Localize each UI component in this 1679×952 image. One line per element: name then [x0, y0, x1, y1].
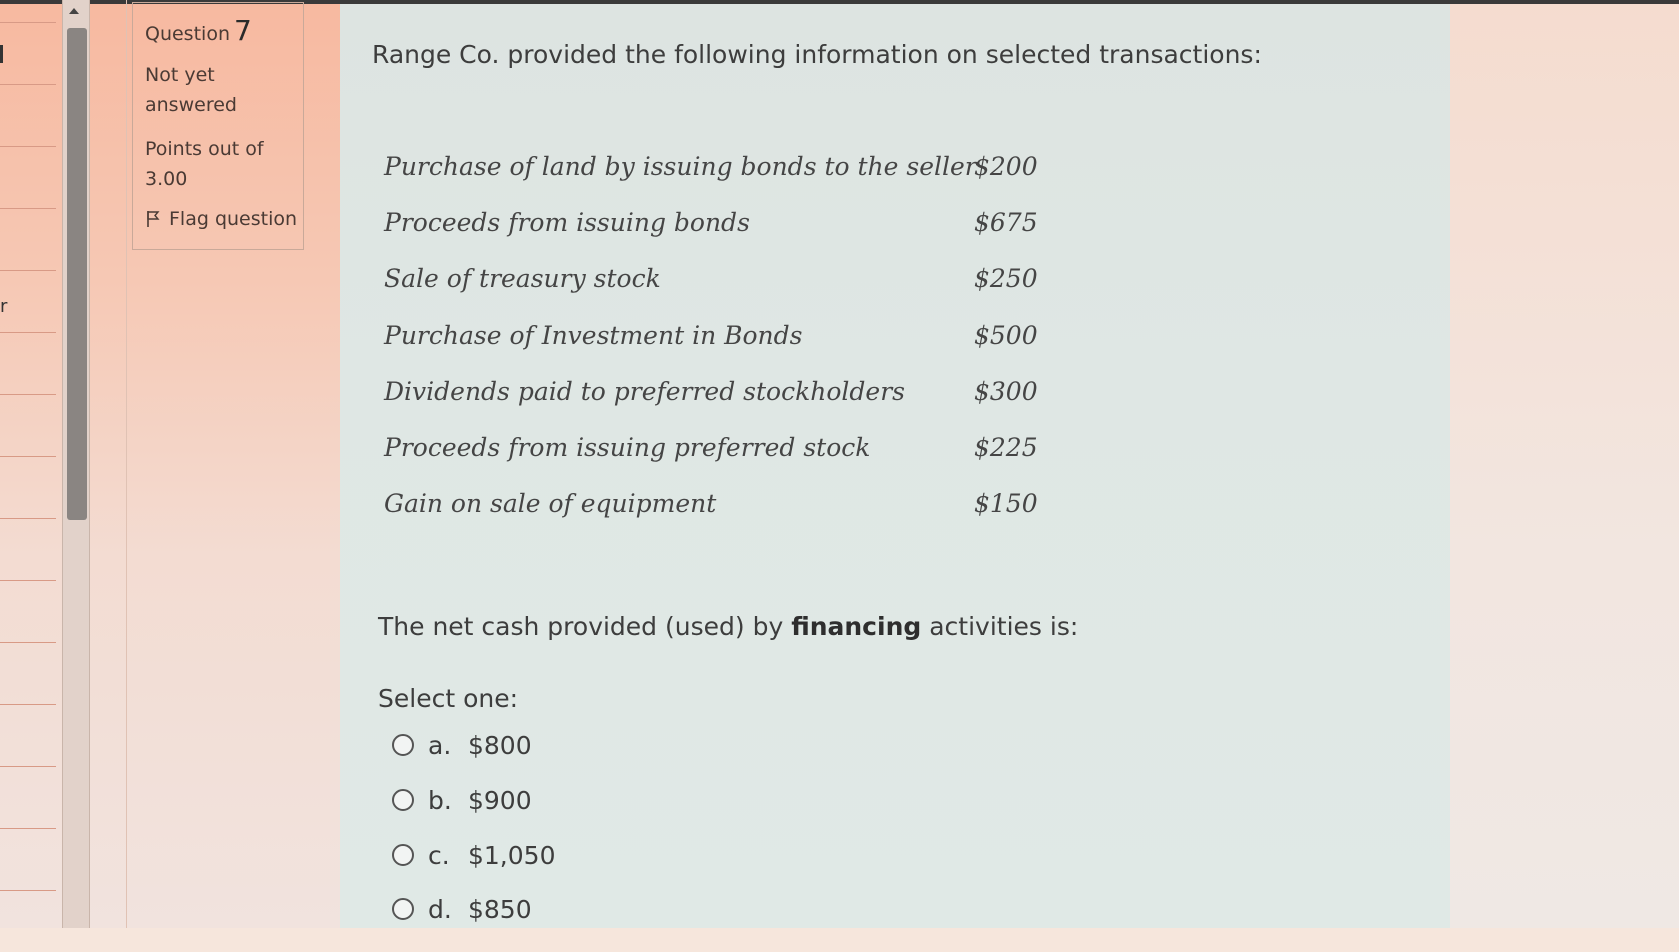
radio-button[interactable]: [392, 789, 414, 811]
transaction-label: Sale of treasury stock: [384, 264, 661, 293]
radio-button[interactable]: [392, 898, 414, 920]
answer-option-a[interactable]: a. $800: [392, 728, 532, 762]
nav-item[interactable]: [0, 22, 56, 84]
option-value: $800: [468, 730, 532, 760]
transaction-label: Purchase of Investment in Bonds: [384, 321, 803, 350]
chevron-up-icon[interactable]: [69, 8, 79, 14]
transaction-row: Dividends paid to preferred stockholders…: [384, 377, 1104, 413]
question-label: Question: [145, 23, 230, 45]
option-value: $1,050: [468, 840, 556, 870]
transaction-amount: $150: [974, 489, 1038, 518]
flag-question-label: Flag question: [169, 208, 298, 230]
question-state: Not yet answered: [145, 64, 237, 116]
select-one-label: Select one:: [378, 684, 519, 713]
nav-item[interactable]: [0, 828, 56, 890]
nav-item[interactable]: [0, 146, 56, 208]
option-letter: b.: [428, 785, 452, 815]
nav-item[interactable]: [0, 394, 56, 456]
transaction-amount: $250: [974, 264, 1038, 293]
nav-item[interactable]: [0, 332, 56, 394]
nav-item[interactable]: [0, 208, 56, 270]
transaction-amount: $500: [974, 321, 1038, 350]
nav-item[interactable]: [0, 84, 56, 146]
question-navigation: [0, 22, 56, 928]
option-letter: c.: [428, 840, 450, 870]
question-number-value: 7: [233, 14, 252, 47]
question-grade: Points out of 3.00: [145, 138, 264, 190]
flag-question-link[interactable]: Flag question: [145, 208, 303, 230]
nav-item[interactable]: [0, 642, 56, 704]
nav-item[interactable]: [0, 580, 56, 642]
transaction-amount: $300: [974, 377, 1038, 406]
nav-item[interactable]: [0, 456, 56, 518]
transaction-row: Proceeds from issuing preferred stock $2…: [384, 433, 1104, 469]
nav-item[interactable]: [0, 766, 56, 828]
nav-item[interactable]: [0, 518, 56, 580]
question-number: Question 7: [145, 17, 303, 48]
transaction-amount: $225: [974, 433, 1038, 462]
right-background: [1450, 0, 1679, 928]
prompt-text-after: activities is:: [921, 612, 1079, 641]
prompt-emphasis: financing: [791, 612, 922, 641]
transaction-label: Proceeds from issuing bonds: [384, 208, 750, 237]
transaction-row: Purchase of land by issuing bonds to the…: [384, 152, 1104, 188]
transaction-label: Purchase of land by issuing bonds to the…: [384, 152, 977, 181]
question-prompt: The net cash provided (used) by financin…: [378, 612, 1078, 641]
radio-button[interactable]: [392, 844, 414, 866]
option-value: $900: [468, 785, 532, 815]
transaction-label: Proceeds from issuing preferred stock: [384, 433, 871, 462]
nav-item[interactable]: [0, 270, 56, 332]
prompt-text-before: The net cash provided (used) by: [378, 612, 792, 641]
flag-icon: [147, 211, 160, 227]
transaction-row: Purchase of Investment in Bonds $500: [384, 321, 1104, 357]
radio-button[interactable]: [392, 734, 414, 756]
option-letter: a.: [428, 730, 452, 760]
transaction-row: Proceeds from issuing bonds $675: [384, 208, 1104, 244]
nav-item[interactable]: [0, 890, 56, 952]
option-letter: d.: [428, 894, 452, 924]
nav-current-marker: [0, 45, 3, 63]
question-info: Question 7 Not yet answered Points out of…: [132, 2, 304, 250]
transaction-label: Dividends paid to preferred stockholders: [384, 377, 905, 406]
answer-option-b[interactable]: b. $900: [392, 783, 532, 817]
question-content: Range Co. provided the following informa…: [340, 4, 1450, 928]
answer-option-d[interactable]: d. $850: [392, 892, 532, 926]
transaction-amount: $200: [974, 152, 1038, 181]
transaction-amount: $675: [974, 208, 1038, 237]
answer-option-c[interactable]: c. $1,050: [392, 838, 555, 872]
scroll-thumb[interactable]: [67, 28, 87, 520]
nav-letter: r: [0, 296, 8, 317]
scrollbar[interactable]: [62, 0, 90, 928]
transaction-label: Gain on sale of equipment: [384, 489, 717, 518]
question-intro: Range Co. provided the following informa…: [372, 40, 1262, 69]
option-value: $850: [468, 894, 532, 924]
nav-item[interactable]: [0, 704, 56, 766]
divider: [126, 0, 127, 928]
transaction-row: Gain on sale of equipment $150: [384, 489, 1104, 525]
transaction-row: Sale of treasury stock $250: [384, 264, 1104, 300]
